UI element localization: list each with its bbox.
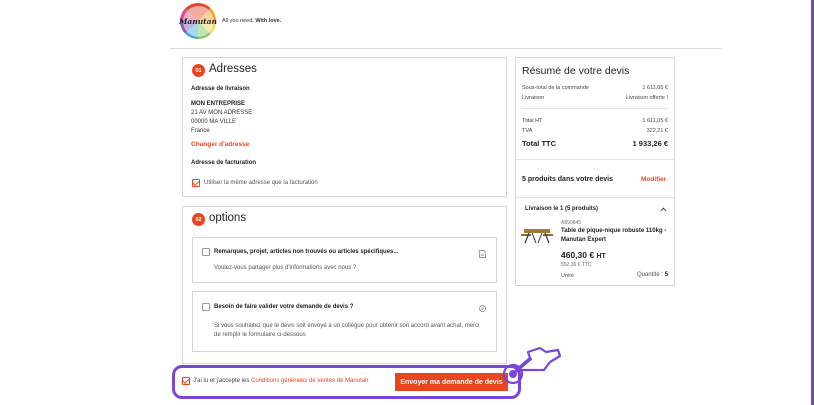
option-remarks-checkbox[interactable] <box>202 248 210 256</box>
product-price-ht: 460,30 € HT <box>561 250 606 260</box>
header-divider <box>170 48 722 49</box>
shipping-label: Livraison <box>522 95 545 101</box>
product-ref: A890845 <box>561 220 582 226</box>
change-address-link[interactable]: Changer d'adresse <box>191 141 249 148</box>
total-ht-value: 1 611,05 € <box>642 118 668 124</box>
tva-label: TVA <box>522 128 533 134</box>
shipping-value: Livraison offerte ! <box>625 95 668 101</box>
total-ttc-label: Total TTC <box>522 139 557 148</box>
product-unit: Unité <box>561 273 574 279</box>
option-validation-description-line1: Si vous souhaitez que le devis soit envo… <box>214 323 480 329</box>
terms-checkbox[interactable] <box>182 377 190 385</box>
summary-divider-3 <box>516 197 674 198</box>
chevron-up-icon[interactable] <box>660 207 667 212</box>
options-title: options <box>209 212 247 224</box>
summary-divider-2 <box>516 159 674 160</box>
billing-address-label: Adresse de facturation <box>191 160 257 166</box>
delivery-group-label[interactable]: Livraison le 1 (5 produits) <box>525 206 598 212</box>
check-circle-icon <box>479 305 486 312</box>
manutan-logo[interactable]: Manutan <box>179 3 217 39</box>
option-validation-description-line2: de remplir le formulaire ci-dessous <box>214 332 306 338</box>
products-count-title: 5 produits dans votre devis <box>522 176 614 183</box>
product-quantity: Quantité : 5 <box>637 272 669 278</box>
product-name-line1[interactable]: Table de pique-nique robuste 110kg - <box>561 228 666 234</box>
tva-value: 322,21 € <box>646 128 668 134</box>
option-validation-checkbox[interactable] <box>202 303 210 311</box>
brand-tagline: All you need. With love. <box>222 18 282 24</box>
step-number-options: 02 <box>192 213 205 226</box>
same-address-label: Utiliser la même adresse que la facturat… <box>204 180 318 186</box>
delivery-address-label: Adresse de livraison <box>191 86 250 92</box>
option-remarks-title: Remarques, projet, articles non trouvés … <box>214 249 399 255</box>
option-validation-title: Besoin de faire valider votre demande de… <box>214 304 354 310</box>
option-remarks-box[interactable] <box>192 237 497 283</box>
terms-text: J'ai lu et j'accepte les Conditions géné… <box>193 378 369 384</box>
total-ht-label: Total HT <box>522 118 543 124</box>
logo-text: Manutan <box>179 16 217 26</box>
address-country: France <box>191 128 210 134</box>
option-remarks-description: Voulez-vous partager plus d'informations… <box>214 265 357 271</box>
product-name-line2[interactable]: Manutan Expert <box>561 237 606 243</box>
step-number-addresses: 01 <box>192 64 205 77</box>
summary-divider-1 <box>522 108 668 109</box>
pointer-hand-icon <box>502 346 562 385</box>
address-city: 00000 MA VILLE <box>191 119 237 125</box>
send-quote-request-button[interactable]: Envoyer ma demande de devis <box>395 373 508 391</box>
address-street: 21 AV MON ADRESSE <box>191 110 253 116</box>
address-company: MON ENTREPRISE <box>191 101 246 107</box>
modify-products-link[interactable]: Modifier <box>641 176 666 183</box>
subtotal-label: Sous-total de la commande <box>522 85 589 91</box>
document-icon <box>479 250 486 258</box>
terms-link[interactable]: Conditions générales de ventes de Manuta… <box>251 378 368 384</box>
addresses-title: Adresses <box>209 63 257 75</box>
same-address-checkbox[interactable] <box>192 179 200 187</box>
product-image-picnic-table[interactable] <box>520 224 554 246</box>
option-validation-box[interactable] <box>192 291 497 352</box>
total-ttc-value: 1 933,26 € <box>632 139 668 148</box>
summary-title: Résumé de votre devis <box>522 65 630 77</box>
addresses-panel <box>182 57 507 197</box>
product-price-ttc: 552,36 € TTC <box>561 262 592 268</box>
subtotal-value: 1 611,05 € <box>642 85 668 91</box>
